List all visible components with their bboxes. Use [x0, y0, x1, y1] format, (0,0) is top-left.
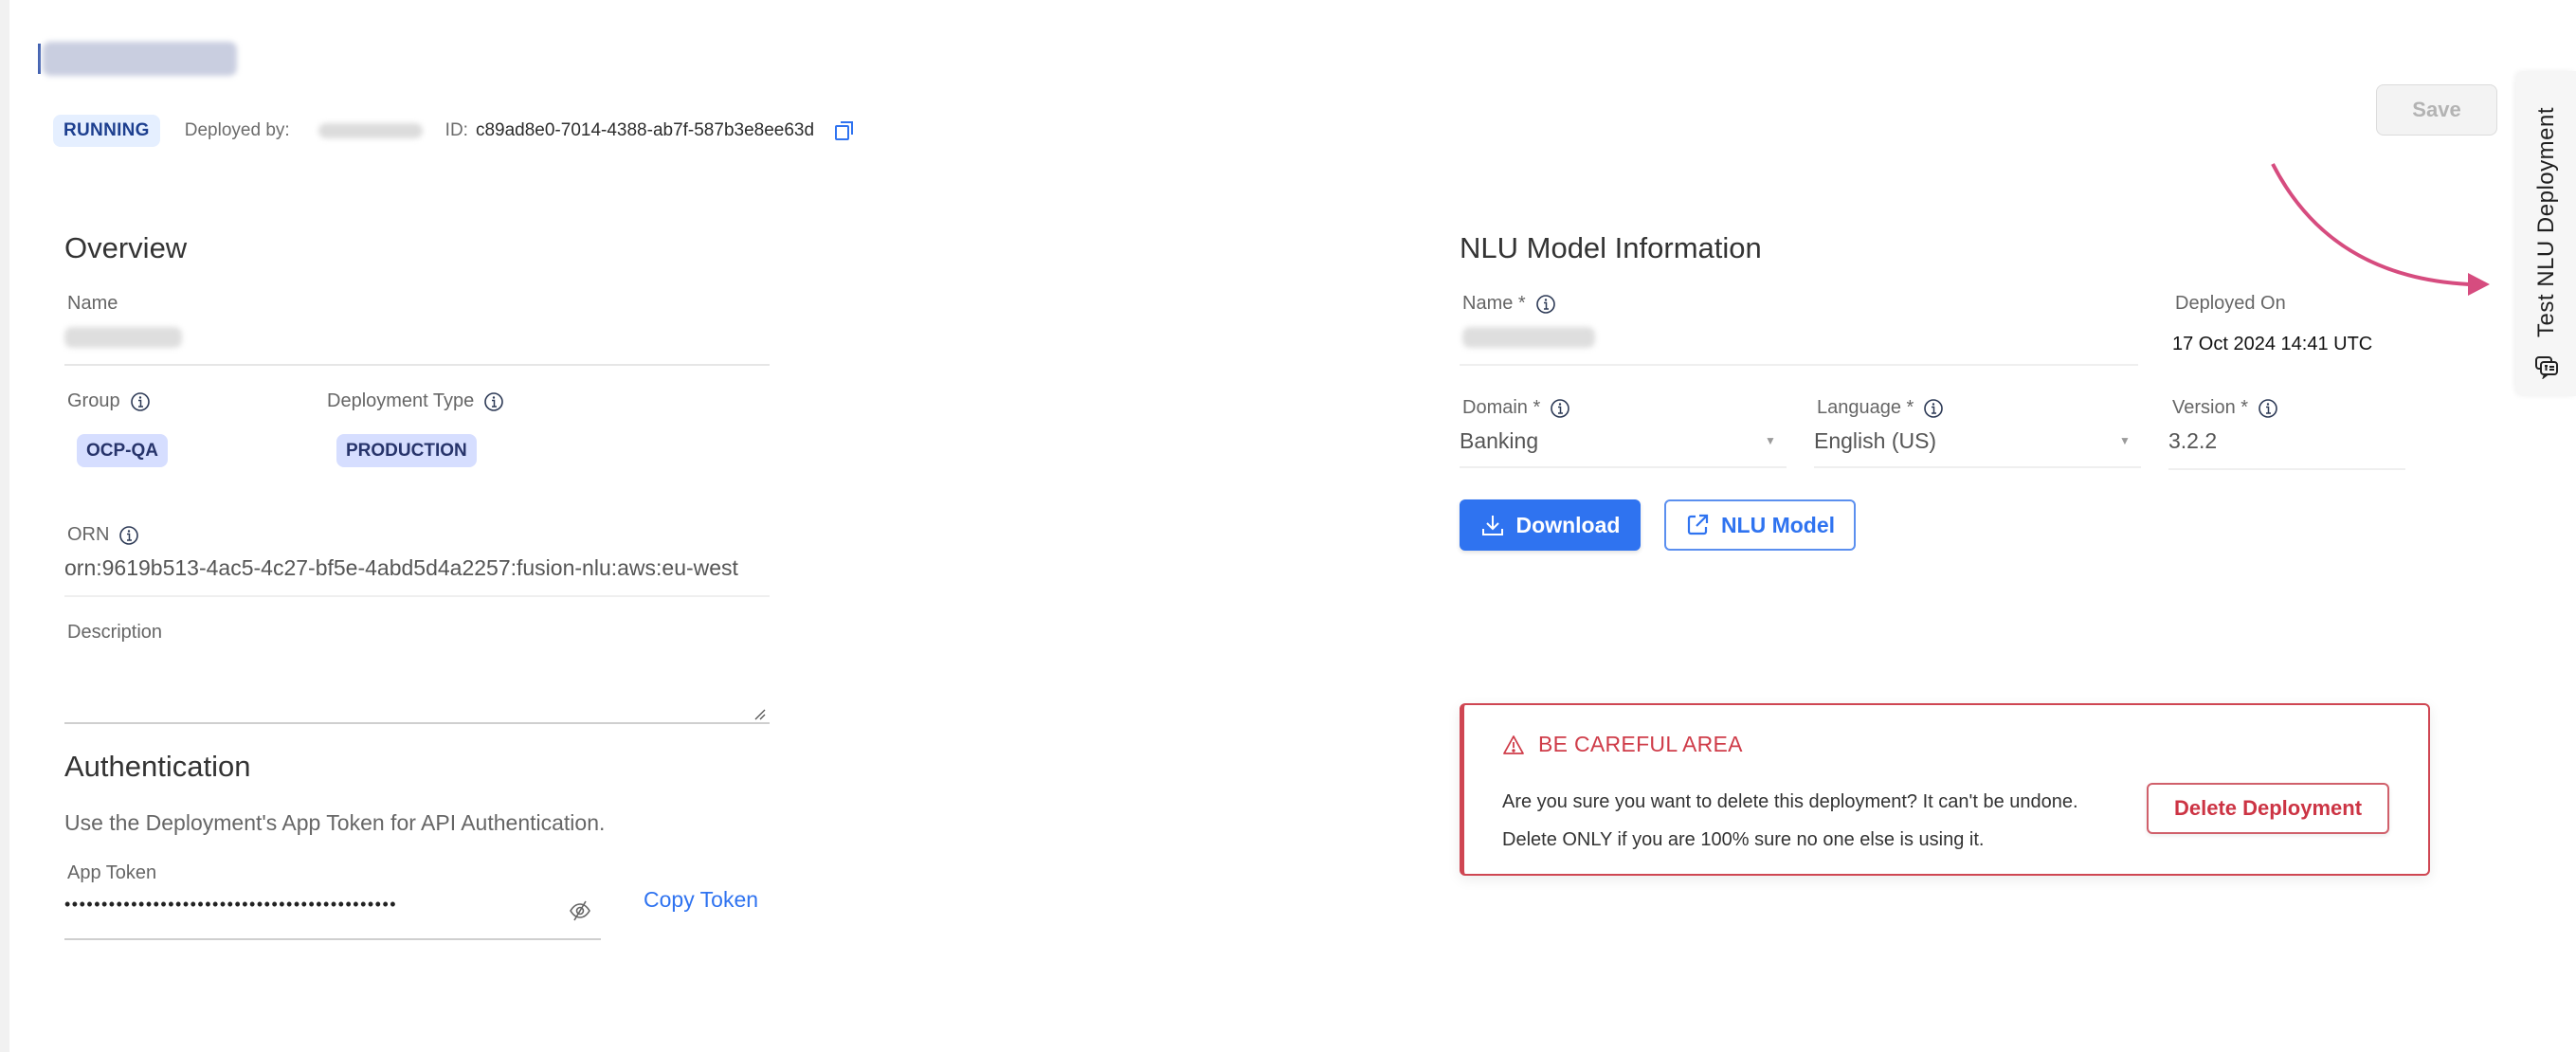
danger-zone: BE CAREFUL AREA Are you sure you want to…: [1460, 703, 2430, 876]
annotation-arrow: [2271, 163, 2490, 296]
download-label: Download: [1515, 512, 1621, 537]
text-cursor: [38, 44, 41, 74]
overview-title: Overview: [64, 231, 188, 264]
download-button[interactable]: Download: [1460, 499, 1641, 551]
description-textarea[interactable]: [64, 654, 770, 720]
description-underline: [64, 722, 770, 724]
nlu-model-title: NLU Model Information: [1460, 231, 1762, 264]
deployed-on-label-text: Deployed On: [2175, 293, 2286, 314]
deployment-title-redacted: [43, 42, 237, 76]
authentication-description: Use the Deployment's App Token for API A…: [64, 810, 606, 835]
danger-zone-message: Are you sure you want to delete this dep…: [1502, 791, 2078, 850]
language-select[interactable]: English (US): [1814, 428, 2127, 454]
language-label-text: Language *: [1817, 397, 1914, 418]
copy-token-link[interactable]: Copy Token: [644, 887, 758, 913]
deployment-id: c89ad8e0-7014-4388-ab7f-587b3e8ee63d: [475, 120, 815, 140]
chevron-down-icon[interactable]: ▼: [2119, 434, 2131, 447]
app-token-label-text: App Token: [67, 862, 157, 883]
name-value[interactable]: [64, 327, 182, 348]
version-label: Version *: [2172, 397, 2278, 419]
nlu-name-underline: [1460, 364, 2138, 366]
info-icon[interactable]: [118, 525, 139, 546]
chat-icon: [2534, 356, 2558, 379]
deployed-on-label: Deployed On: [2175, 293, 2286, 315]
info-icon[interactable]: [2258, 398, 2278, 419]
deployed-by-label: Deployed by:: [184, 120, 290, 140]
resize-grip-icon[interactable]: [753, 707, 766, 720]
app-token-label: App Token: [67, 862, 156, 884]
deployed-on-value: 17 Oct 2024 14:41 UTC: [2172, 334, 2373, 354]
info-icon[interactable]: [1923, 398, 1944, 419]
name-label: Name: [67, 293, 118, 315]
description-label: Description: [67, 622, 162, 644]
info-icon[interactable]: [130, 391, 151, 412]
danger-zone-title-text: BE CAREFUL AREA: [1538, 732, 1743, 756]
deployment-type-chip: PRODUCTION: [336, 434, 477, 467]
info-icon[interactable]: [1535, 294, 1556, 315]
orn-field[interactable]: orn:9619b513-4ac5-4c27-bf5e-4abd5d4a2257…: [64, 555, 770, 581]
domain-underline: [1460, 466, 1787, 468]
status-badge: RUNNING: [53, 115, 160, 147]
name-underline: [64, 364, 770, 366]
app-token-field[interactable]: ••••••••••••••••••••••••••••••••••••••••…: [64, 895, 538, 915]
deployed-by-value: [317, 123, 423, 138]
deployment-type-label: Deployment Type: [327, 390, 504, 412]
orn-underline: [64, 595, 770, 597]
domain-select[interactable]: Banking: [1460, 428, 1772, 454]
warning-icon: [1503, 735, 1524, 754]
group-label-text: Group: [67, 390, 120, 411]
test-nlu-deployment-label: Test NLU Deployment: [2532, 107, 2559, 337]
domain-label: Domain *: [1462, 397, 1570, 419]
test-nlu-deployment-tab[interactable]: Test NLU Deployment: [2516, 71, 2576, 396]
nlu-model-button[interactable]: NLU Model: [1664, 499, 1856, 551]
version-label-text: Version *: [2172, 397, 2249, 418]
nlu-model-label: NLU Model: [1720, 512, 1836, 537]
eye-off-icon[interactable]: [568, 898, 592, 923]
nlu-name-value[interactable]: [1462, 327, 1595, 348]
danger-zone-title: BE CAREFUL AREA: [1502, 732, 1743, 757]
left-strip: [0, 0, 9, 1052]
name-label-text: Name: [67, 293, 118, 314]
app-token-underline: [64, 938, 601, 940]
id-label: ID:: [444, 120, 468, 140]
external-link-icon: [1687, 514, 1709, 535]
group-label: Group: [67, 390, 151, 412]
chevron-down-icon[interactable]: ▼: [1765, 434, 1776, 447]
language-label: Language *: [1817, 397, 1944, 419]
delete-deployment-button[interactable]: Delete Deployment: [2147, 783, 2389, 834]
nlu-name-label-text: Name *: [1462, 293, 1526, 314]
download-icon: [1481, 516, 1503, 535]
language-underline: [1814, 466, 2141, 468]
version-underline: [2168, 468, 2405, 470]
deployment-title[interactable]: [38, 38, 237, 80]
deployment-type-label-text: Deployment Type: [327, 390, 475, 411]
description-label-text: Description: [67, 622, 163, 643]
copy-icon[interactable]: [833, 119, 856, 142]
orn-label: ORN: [67, 524, 139, 546]
info-icon[interactable]: [483, 391, 504, 412]
orn-label-text: ORN: [67, 524, 110, 545]
deployment-meta: RUNNING Deployed by: ID: c89ad8e0-7014-4…: [53, 114, 856, 148]
group-chip: OCP-QA: [77, 434, 168, 467]
authentication-title: Authentication: [64, 750, 251, 783]
nlu-name-label: Name *: [1462, 293, 1556, 315]
domain-label-text: Domain *: [1462, 397, 1541, 418]
save-button[interactable]: Save: [2376, 84, 2497, 136]
info-icon[interactable]: [1550, 398, 1570, 419]
version-field[interactable]: 3.2.2: [2168, 428, 2396, 454]
